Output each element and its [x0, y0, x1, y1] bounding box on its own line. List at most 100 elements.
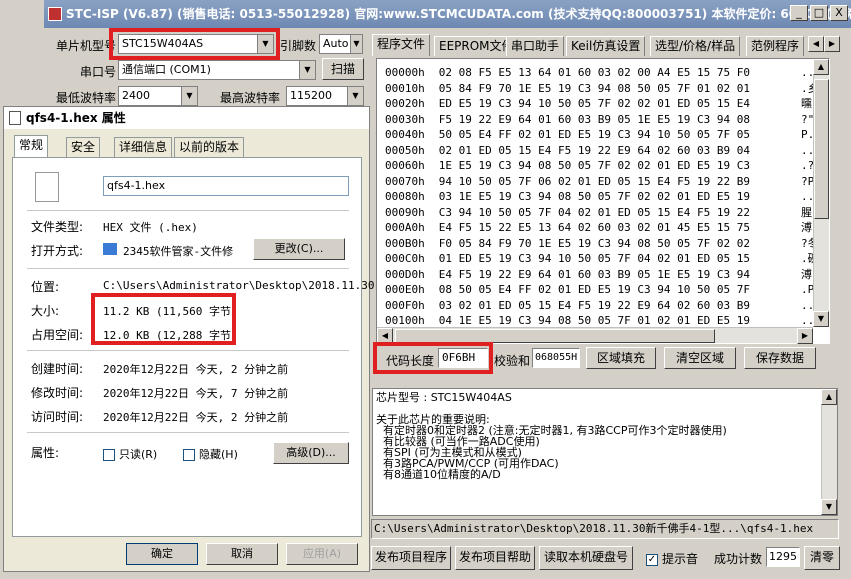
separator — [27, 432, 349, 433]
hex-row[interactable]: 00050h 02 01 ED 05 15 E4 F5 19 22 E9 64 0… — [385, 143, 814, 159]
chevron-down-icon: ▼ — [257, 35, 273, 53]
tab-keil-settings[interactable]: Keil仿真设置 — [566, 36, 646, 56]
hex-row[interactable]: 00000h 02 08 F5 E5 13 64 01 60 03 02 00 A… — [385, 65, 821, 81]
hex-bytes[interactable]: 02 08 F5 E5 13 64 01 60 03 02 00 A4 E5 1… — [439, 66, 750, 79]
fill-area-button[interactable]: 区域填充 — [586, 347, 656, 369]
dialog-tab-general[interactable]: 常规 — [14, 135, 49, 158]
hex-bytes[interactable]: 03 1E E5 19 C3 94 08 50 05 7F 02 02 01 E… — [439, 190, 750, 203]
code-length-value: 0F6BH — [438, 348, 488, 368]
hex-bytes[interactable]: ED E5 19 C3 94 10 50 05 7F 02 02 01 ED 0… — [439, 97, 750, 110]
scroll-up-icon[interactable]: ▲ — [821, 389, 837, 405]
hex-view[interactable]: 00000h 02 08 F5 E5 13 64 01 60 03 02 00 A… — [376, 58, 830, 344]
dialog-tab-security[interactable]: 安全 — [66, 137, 101, 157]
max-baud-select[interactable]: 115200 ▼ — [286, 86, 364, 106]
hex-bytes[interactable]: 08 50 05 E4 FF 02 01 ED E5 19 C3 94 10 5… — [439, 283, 750, 296]
chip-model-select[interactable]: STC15W404AS ▼ — [118, 34, 274, 54]
scroll-up-icon[interactable]: ▲ — [813, 59, 829, 75]
main-tabs: 程序文件 EEPROM文件 串口助手 Keil仿真设置 选型/价格/样品 范例程… — [372, 34, 832, 56]
chevron-down-icon: ▼ — [299, 61, 315, 79]
tab-program-file[interactable]: 程序文件 — [372, 34, 431, 56]
hex-bytes[interactable]: 50 05 E4 FF 02 01 ED E5 19 C3 94 10 50 0… — [439, 128, 750, 141]
filename-input[interactable]: qfs4-1.hex — [103, 176, 349, 196]
hex-row[interactable]: 00080h 03 1E E5 19 C3 94 08 50 05 7F 02 0… — [385, 189, 814, 205]
hex-row[interactable]: 00060h 1E E5 19 C3 94 08 50 05 7F 02 02 0… — [385, 158, 814, 174]
hex-bytes[interactable]: 04 1E E5 19 C3 94 08 50 05 7F 01 02 01 E… — [439, 314, 750, 327]
tab-selection-price[interactable]: 选型/价格/样品 — [650, 36, 741, 56]
pin-count-label: 引脚数 — [280, 39, 317, 53]
hex-bytes[interactable]: F0 05 84 F9 70 1E E5 19 C3 94 08 50 05 7… — [439, 237, 750, 250]
chip-info-panel: 芯片型号 : STC15W404AS 关于此芯片的重要说明: 有定时器0和定时器2… — [372, 388, 838, 516]
dialog-title-bar: qfs4-1.hex 属性 — [4, 107, 369, 129]
hex-bytes[interactable]: 03 02 01 ED 05 15 E4 F5 19 22 E9 64 02 6… — [439, 299, 750, 312]
scroll-thumb[interactable] — [814, 79, 829, 219]
hex-row[interactable]: 000E0h 08 50 05 E4 FF 02 01 ED E5 19 C3 9… — [385, 282, 814, 298]
pin-count-value: Auto — [323, 37, 349, 50]
stc-isp-window: STC-ISP (V6.87) (销售电话: 0513-55012928) 官网… — [0, 0, 851, 579]
hex-bytes[interactable]: E4 F5 19 22 E9 64 01 60 03 B9 05 1E E5 1… — [439, 268, 750, 281]
hex-row[interactable]: 00030h F5 19 22 E9 64 01 60 03 B9 05 1E E… — [385, 112, 814, 128]
apply-button[interactable]: 应用(A) — [286, 543, 358, 565]
pin-count-select[interactable]: Auto ▼ — [319, 34, 363, 54]
publish-help-button[interactable]: 发布项目帮助 — [455, 546, 535, 570]
close-button[interactable]: X — [830, 5, 848, 21]
tab-scroll-right-button[interactable]: ▶ — [824, 36, 840, 52]
tab-serial-assistant[interactable]: 串口助手 — [506, 36, 565, 56]
serial-port-select[interactable]: 通信端口 (COM1) ▼ — [118, 60, 316, 80]
scroll-right-icon[interactable]: ▶ — [797, 328, 813, 344]
tab-scroll-left-button[interactable]: ◀ — [808, 36, 824, 52]
hex-row[interactable]: 00070h 94 10 50 05 7F 06 02 01 ED 05 15 E… — [385, 174, 814, 190]
window-title: STC-ISP (V6.87) (销售电话: 0513-55012928) 官网… — [66, 7, 851, 21]
chip-model-value: STC15W404AS — [122, 37, 204, 50]
hex-bytes[interactable]: 01 ED E5 19 C3 94 10 50 05 7F 04 02 01 E… — [439, 252, 750, 265]
minimize-button[interactable]: _ — [790, 5, 808, 21]
beep-checkbox[interactable]: ✓ 提示音 — [646, 550, 698, 567]
scroll-down-icon[interactable]: ▼ — [813, 311, 829, 327]
hex-row[interactable]: 00040h 50 05 E4 FF 02 01 ED E5 19 C3 94 1… — [385, 127, 814, 143]
hex-row[interactable]: 00090h C3 94 10 50 05 7F 04 02 01 ED 05 1… — [385, 205, 812, 221]
cancel-button[interactable]: 取消 — [206, 543, 278, 565]
hex-row[interactable]: 000F0h 03 02 01 ED 05 15 E4 F5 19 22 E9 6… — [385, 298, 814, 314]
change-button[interactable]: 更改(C)... — [253, 238, 345, 260]
chip-info-lines: 芯片型号 : STC15W404AS 关于此芯片的重要说明: 有定时器0和定时器2… — [376, 392, 834, 480]
dialog-tab-previous-versions[interactable]: 以前的版本 — [174, 137, 245, 157]
maximize-button[interactable]: □ — [810, 5, 828, 21]
read-disk-id-button[interactable]: 读取本机硬盘号 — [539, 546, 633, 570]
hex-row[interactable]: 000D0h E4 F5 19 22 E9 64 01 60 03 B9 05 1… — [385, 267, 812, 283]
hex-ascii: 腥 — [801, 205, 812, 219]
hex-bytes[interactable]: 02 01 ED 05 15 E4 F5 19 22 E9 64 02 60 0… — [439, 144, 750, 157]
hex-bytes[interactable]: C3 94 10 50 05 7F 04 02 01 ED 05 15 E4 F… — [439, 206, 750, 219]
scroll-left-icon[interactable]: ◀ — [377, 328, 393, 344]
advanced-button[interactable]: 高级(D)... — [273, 442, 349, 464]
tab-sample-programs[interactable]: 范例程序 — [746, 36, 805, 56]
hex-address: 000D0h — [385, 267, 425, 281]
save-data-button[interactable]: 保存数据 — [744, 347, 816, 369]
hex-horizontal-scrollbar[interactable]: ◀ ▶ — [377, 327, 813, 344]
hex-row[interactable]: 00010h 05 84 F9 70 1E E5 19 C3 94 08 50 0… — [385, 81, 819, 97]
info-vertical-scrollbar[interactable]: ▲ ▼ — [821, 389, 837, 515]
hidden-checkbox[interactable]: 隐藏(H) — [183, 446, 238, 462]
clear-area-button[interactable]: 清空区域 — [664, 347, 736, 369]
dialog-tab-details[interactable]: 详细信息 — [114, 137, 173, 157]
readonly-checkbox[interactable]: 只读(R) — [103, 446, 157, 462]
hex-vertical-scrollbar[interactable]: ▲ ▼ — [813, 59, 829, 327]
publish-program-button[interactable]: 发布项目程序 — [371, 546, 451, 570]
open-with-label: 打开方式: — [31, 244, 84, 258]
separator — [27, 268, 349, 269]
scroll-down-icon[interactable]: ▼ — [821, 499, 837, 515]
hscroll-thumb[interactable] — [395, 329, 715, 343]
hex-row[interactable]: 00020h ED E5 19 C3 94 10 50 05 7F 02 02 0… — [385, 96, 812, 112]
hex-row[interactable]: 000B0h F0 05 84 F9 70 1E E5 19 C3 94 08 5… — [385, 236, 819, 252]
hex-row[interactable]: 000C0h 01 ED E5 19 C3 94 10 50 05 7F 04 0… — [385, 251, 819, 267]
hex-bytes[interactable]: 94 10 50 05 7F 06 02 01 ED 05 15 E4 F5 1… — [439, 175, 750, 188]
hex-bytes[interactable]: 05 84 F9 70 1E E5 19 C3 94 08 50 05 7F 0… — [439, 82, 750, 95]
ok-button[interactable]: 确定 — [126, 543, 198, 565]
hex-bytes[interactable]: E4 F5 15 22 E5 13 64 02 60 03 02 01 45 E… — [439, 221, 750, 234]
hex-row[interactable]: 000A0h E4 F5 15 22 E5 13 64 02 60 03 02 0… — [385, 220, 812, 236]
scan-button[interactable]: 扫描 — [322, 58, 364, 80]
clear-count-button[interactable]: 清零 — [804, 546, 840, 570]
hex-bytes[interactable]: F5 19 22 E9 64 01 60 03 B9 05 1E E5 19 C… — [439, 113, 750, 126]
min-baud-select[interactable]: 2400 ▼ — [118, 86, 198, 106]
open-with-value: 2345软件管家-文件修 — [123, 245, 234, 258]
min-baud-value: 2400 — [122, 89, 150, 102]
hex-bytes[interactable]: 1E E5 19 C3 94 08 50 05 7F 02 02 01 ED E… — [439, 159, 750, 172]
